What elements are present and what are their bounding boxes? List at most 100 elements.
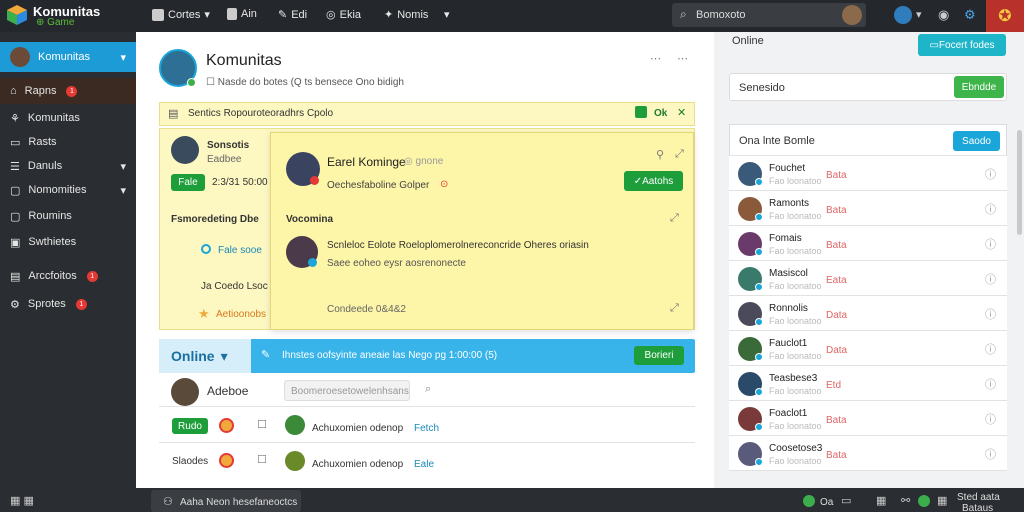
top-search-box[interactable]: ⌕ Bomoxoto	[672, 3, 866, 27]
profile-avatar[interactable]	[894, 6, 912, 24]
popup-desc: Oechesfaboline Golper	[327, 180, 430, 191]
pin-icon[interactable]: ⚲	[656, 148, 664, 161]
online-bar-button[interactable]: Borieri	[634, 346, 684, 365]
user-row[interactable]: Masiscol Fao loonatoo Eata ⓘ	[729, 261, 1007, 296]
user-row[interactable]: Fomais Fao loonatoo Bata ⓘ	[729, 226, 1007, 261]
home-icon: ⌂	[10, 85, 17, 97]
nav-item-edi[interactable]: ✎ Edi	[278, 8, 307, 22]
nav-item-nomis[interactable]: ✦ Nomis	[384, 8, 428, 22]
right-list-button[interactable]: Saodo	[953, 131, 1000, 151]
list-search-input[interactable]: Boomeroesetowelenhsans	[284, 380, 410, 401]
user-row[interactable]: Fouchet Fao loonatoo Bata ⓘ	[729, 156, 1007, 191]
nav-label: Ain	[241, 8, 257, 20]
action-label[interactable]: Fale sooe	[218, 245, 262, 256]
right-top-button[interactable]: ▭ Focert fodes	[918, 34, 1006, 56]
more-menu-chevron-icon[interactable]: ▾	[444, 8, 450, 21]
sidebar-item-arccfoitos[interactable]: ▤ Arccfoitos 1	[0, 264, 136, 288]
online-dot-icon	[755, 318, 763, 326]
checkbox-icon[interactable]: ☐	[257, 418, 267, 431]
user-row[interactable]: Foaclot1 Fao loonatoo Bata ⓘ	[729, 401, 1007, 436]
info-icon[interactable]: ⓘ	[985, 306, 996, 322]
top-search-value: Bomoxoto	[696, 9, 746, 21]
info-icon[interactable]: ⓘ	[985, 201, 996, 217]
info-icon[interactable]: ⓘ	[985, 341, 996, 357]
settings-icon[interactable]: ⚙	[964, 7, 976, 23]
help-icon[interactable]: ◉	[938, 7, 949, 23]
app-subtitle-text: Game	[47, 17, 75, 28]
online-dot-icon	[187, 78, 196, 87]
sidebar-item-swthietes[interactable]: ▣ Swthietes	[0, 230, 136, 254]
archive-icon: ▤	[10, 270, 21, 283]
expand-icon[interactable]: ⤢	[675, 148, 684, 161]
sidebar-item-nomomities[interactable]: ▢ Nomomities ▾	[0, 178, 136, 202]
info-icon[interactable]: ⓘ	[985, 166, 996, 182]
online-label-box[interactable]: Online ▾	[159, 339, 251, 373]
list-row-tag[interactable]: Fetch	[414, 423, 439, 434]
right-search-button[interactable]: Ebndde	[954, 76, 1004, 98]
info-icon[interactable]: ⓘ	[985, 446, 996, 462]
user-avatar	[171, 136, 199, 164]
sidebar-item-label: Arccfoitos	[28, 270, 77, 282]
expand-icon[interactable]: ⤢	[670, 302, 679, 315]
nav-item-ekia[interactable]: ◎ Ekia	[326, 8, 361, 22]
user-name: Fauclot1	[769, 338, 808, 349]
expand-icon[interactable]: ⤢	[670, 212, 679, 225]
user-tag: Bata	[826, 205, 847, 216]
sidebar-item-komunitas[interactable]: ⚘ Komunitas	[0, 106, 136, 130]
game-logo-icon[interactable]: ✪	[986, 0, 1024, 32]
nav-item-ain[interactable]: Ain	[227, 8, 257, 20]
info-icon[interactable]: ⓘ	[985, 376, 996, 392]
list-user-name: Adeboe	[207, 384, 249, 398]
sidebar-item-label: Rasts	[28, 136, 57, 148]
online-dot-icon	[755, 458, 763, 466]
chevron-down-icon: ▾	[220, 347, 228, 364]
window-icon[interactable]: ▭	[841, 494, 851, 507]
chevron-down-icon: ▾	[120, 184, 126, 197]
online-label: Online	[171, 348, 215, 364]
popup-badge-icon: ⊙	[440, 179, 449, 190]
sidebar-item-roumins[interactable]: ▢ Roumins	[0, 204, 136, 228]
user-row[interactable]: Fauclot1 Fao loonatoo Data ⓘ	[729, 331, 1007, 366]
search-icon[interactable]: ⌕	[425, 383, 431, 396]
popup-aatohs-button[interactable]: ✓ Aatohs	[624, 171, 683, 191]
scrollbar[interactable]	[1017, 130, 1022, 235]
sidebar-item-label: Komunitas	[27, 112, 80, 124]
grid-icon[interactable]: ▦	[876, 494, 886, 507]
checkbox-icon[interactable]: ☐	[257, 453, 267, 466]
info-icon[interactable]: ⓘ	[985, 271, 996, 287]
grid-icon[interactable]: ▦ ▦	[10, 494, 34, 507]
more-options-icon[interactable]: ⋯	[650, 52, 661, 65]
sidebar-item-sprotes[interactable]: ⚙ Sprotes 1	[0, 292, 136, 316]
nav-item-cortes[interactable]: Cortes ▾	[152, 8, 210, 21]
user-avatar[interactable]	[842, 5, 862, 25]
info-icon[interactable]: ⓘ	[985, 411, 996, 427]
chevron-down-icon: ▾	[204, 9, 210, 21]
right-online-label: Online	[732, 35, 764, 47]
list-rudo-button[interactable]: Rudo	[172, 418, 208, 434]
user-row[interactable]: Ramonts Fao loonatoo Bata ⓘ	[729, 191, 1007, 226]
notification-bell-icon[interactable]: ▾	[916, 8, 922, 21]
search-icon: ⌕	[680, 7, 687, 21]
user-row[interactable]: Ronnolis Fao loonatoo Data ⓘ	[729, 296, 1007, 331]
close-icon[interactable]: ✕	[677, 106, 686, 119]
list-divider	[159, 442, 695, 443]
card-fale-button[interactable]: Fale	[171, 174, 205, 191]
settings-icon: ⚙	[10, 298, 20, 311]
sidebar-header[interactable]: Komunitas ▾	[0, 42, 136, 72]
sidebar-item-rapns[interactable]: ⌂ Rapns 1	[0, 78, 136, 104]
link-icon[interactable]: ⚯	[901, 494, 910, 507]
more-options-icon[interactable]: ⋯	[677, 52, 688, 65]
sidebar-item-rasts[interactable]: ▭ Rasts	[0, 130, 136, 154]
list-row-tag[interactable]: Eale	[414, 459, 434, 470]
feature-label: Fsmoredeting Dbe	[171, 214, 259, 225]
grid-icon[interactable]: ▦	[937, 494, 947, 507]
user-row[interactable]: Coosetose3 Fao loonatoo Bata ⓘ	[729, 436, 1007, 471]
app-subtitle: ⊕ Game	[36, 17, 75, 28]
spotify-icon[interactable]	[918, 495, 930, 507]
sidebar-item-danuls[interactable]: ☰ Danuls ▾	[0, 154, 136, 178]
user-tag: Etd	[826, 380, 842, 391]
user-row[interactable]: Teasbese3 Fao loonatoo Etd ⓘ	[729, 366, 1007, 401]
info-icon[interactable]: ⓘ	[985, 236, 996, 252]
inbox-icon: ▣	[10, 236, 21, 249]
popup-status-icon	[310, 176, 319, 185]
